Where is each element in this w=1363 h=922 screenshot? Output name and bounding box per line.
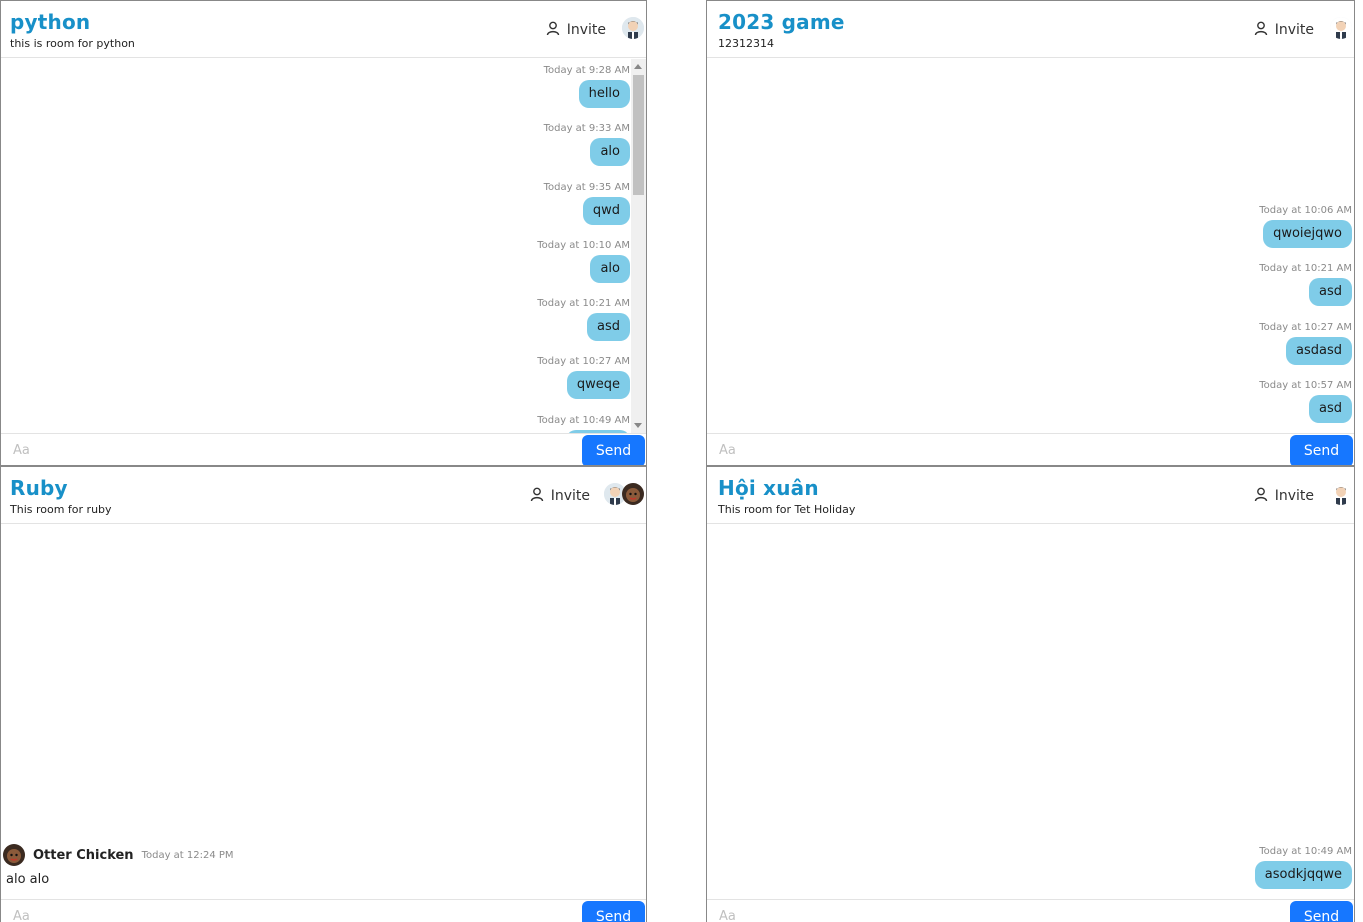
message-time: Today at 10:27 AM bbox=[537, 356, 630, 367]
scroll-up-arrow-icon[interactable] bbox=[634, 64, 642, 69]
message-list[interactable]: Today at 9:28 AM hello Today at 9:33 AM … bbox=[1, 59, 646, 433]
room-description: This room for Tet Holiday bbox=[718, 503, 856, 516]
message-input[interactable] bbox=[1, 434, 580, 467]
message-time: Today at 10:21 AM bbox=[537, 298, 630, 309]
scroll-thumb[interactable] bbox=[633, 75, 644, 195]
room-header: 2023 game 12312314 Invite bbox=[707, 1, 1354, 58]
send-button[interactable]: Send bbox=[1290, 435, 1353, 467]
message: Today at 10:06 AM qwoiejqwo bbox=[1259, 205, 1352, 248]
member-avatars bbox=[604, 483, 644, 505]
message-bubble: qwd bbox=[582, 197, 630, 225]
message-time: Today at 10:21 AM bbox=[1259, 263, 1352, 274]
member-avatars bbox=[1330, 17, 1352, 39]
message: Today at 10:10 AM alo bbox=[537, 240, 630, 283]
message-list[interactable]: Today at 10:49 AM asodkjqqwe bbox=[707, 525, 1354, 900]
message-composer: Send bbox=[1, 433, 646, 467]
message-bubble: qweqe bbox=[566, 371, 630, 399]
sender-name: Otter Chicken bbox=[33, 847, 134, 863]
message: Today at 10:21 AM asd bbox=[537, 298, 630, 341]
user-icon bbox=[545, 20, 561, 40]
message-composer: Send bbox=[707, 433, 1354, 467]
member-avatars bbox=[1330, 483, 1352, 505]
invite-label: Invite bbox=[550, 488, 590, 504]
message-bubble: asodkjqqwe bbox=[1254, 861, 1352, 889]
message-time: Today at 10:57 AM bbox=[1259, 380, 1352, 391]
message-input[interactable] bbox=[1, 900, 580, 922]
message-bubble: hello bbox=[578, 80, 630, 108]
message-bubble: alo bbox=[590, 255, 630, 283]
member-avatars bbox=[622, 17, 644, 39]
message: Today at 9:35 AM qwd bbox=[544, 182, 630, 225]
room-title: Ruby bbox=[10, 476, 68, 500]
man-avatar-icon[interactable] bbox=[1330, 17, 1352, 39]
message-time: Today at 10:27 AM bbox=[1259, 322, 1352, 333]
scroll-down-arrow-icon[interactable] bbox=[634, 423, 642, 428]
chat-room-hoi-xuan: Hội xuân This room for Tet Holiday Invit… bbox=[706, 465, 1355, 922]
invite-label: Invite bbox=[566, 22, 606, 38]
message-bubble: alo bbox=[590, 138, 630, 166]
message-time: Today at 9:28 AM bbox=[543, 65, 630, 76]
chat-room-python: python this is room for python Invite To… bbox=[0, 0, 647, 467]
room-header: python this is room for python Invite bbox=[1, 1, 646, 58]
message: Today at 10:27 AM asdasd bbox=[1259, 322, 1352, 365]
send-button[interactable]: Send bbox=[1290, 901, 1353, 922]
room-header: Hội xuân This room for Tet Holiday Invit… bbox=[707, 467, 1354, 524]
user-icon bbox=[1253, 486, 1269, 506]
message-input[interactable] bbox=[707, 900, 1288, 922]
user-icon bbox=[1253, 20, 1269, 40]
message-list[interactable]: Today at 10:06 AM qwoiejqwo Today at 10:… bbox=[707, 59, 1354, 433]
invite-label: Invite bbox=[1274, 488, 1314, 504]
room-title: 2023 game bbox=[718, 10, 845, 34]
message: Today at 10:27 AM qweqe bbox=[537, 356, 630, 399]
user-icon bbox=[529, 486, 545, 506]
invite-button[interactable]: Invite bbox=[1253, 486, 1314, 506]
chat-room-ruby: Ruby This room for ruby Invite Otter Chi… bbox=[0, 465, 647, 922]
message-time: Today at 9:33 AM bbox=[543, 123, 630, 134]
invite-button[interactable]: Invite bbox=[529, 486, 590, 506]
message-bubble: asd bbox=[587, 313, 630, 341]
message-composer: Send bbox=[1, 899, 646, 922]
incoming-message: Otter Chicken Today at 12:24 PM alo alo bbox=[3, 844, 234, 887]
message: Today at 10:57 AM asd bbox=[1259, 380, 1352, 423]
message-bubble: asd bbox=[1309, 278, 1352, 306]
room-title: python bbox=[10, 10, 91, 34]
man-avatar-icon[interactable] bbox=[1330, 483, 1352, 505]
message: Today at 10:49 AM bbox=[537, 415, 630, 433]
scrollbar[interactable] bbox=[631, 59, 646, 433]
message: Today at 9:28 AM hello bbox=[544, 65, 630, 108]
room-description: this is room for python bbox=[10, 37, 135, 50]
otter-avatar-icon[interactable] bbox=[3, 844, 25, 866]
message: Today at 10:49 AM asodkjqqwe bbox=[1254, 846, 1352, 889]
message-bubble: qwoiejqwo bbox=[1263, 220, 1352, 248]
invite-label: Invite bbox=[1274, 22, 1314, 38]
room-description: This room for ruby bbox=[10, 503, 112, 516]
invite-button[interactable]: Invite bbox=[545, 20, 606, 40]
message-input[interactable] bbox=[707, 434, 1288, 467]
invite-button[interactable]: Invite bbox=[1253, 20, 1314, 40]
message-time: Today at 10:49 AM bbox=[537, 415, 630, 426]
send-button[interactable]: Send bbox=[582, 901, 645, 922]
message: Today at 10:21 AM asd bbox=[1259, 263, 1352, 306]
message-bubble: asd bbox=[1309, 395, 1352, 423]
message-meta: Otter Chicken Today at 12:24 PM bbox=[3, 844, 234, 866]
man-avatar-icon[interactable] bbox=[622, 17, 644, 39]
room-title: Hội xuân bbox=[718, 476, 819, 500]
message: Today at 9:33 AM alo bbox=[544, 123, 630, 166]
message-time: Today at 10:10 AM bbox=[537, 240, 630, 251]
otter-avatar-icon[interactable] bbox=[622, 483, 644, 505]
message-text: alo alo bbox=[6, 872, 50, 887]
message-time: Today at 9:35 AM bbox=[543, 182, 630, 193]
message-bubble: asdasd bbox=[1286, 337, 1352, 365]
message-time: Today at 10:49 AM bbox=[1259, 846, 1352, 857]
message-composer: Send bbox=[707, 899, 1354, 922]
send-button[interactable]: Send bbox=[582, 435, 645, 467]
message-list[interactable]: Otter Chicken Today at 12:24 PM alo alo bbox=[1, 525, 646, 900]
message-time: Today at 12:24 PM bbox=[141, 849, 234, 861]
room-description: 12312314 bbox=[718, 37, 774, 50]
message-time: Today at 10:06 AM bbox=[1259, 205, 1352, 216]
chat-room-2023-game: 2023 game 12312314 Invite Today at 10:06… bbox=[706, 0, 1355, 467]
room-header: Ruby This room for ruby Invite bbox=[1, 467, 646, 524]
